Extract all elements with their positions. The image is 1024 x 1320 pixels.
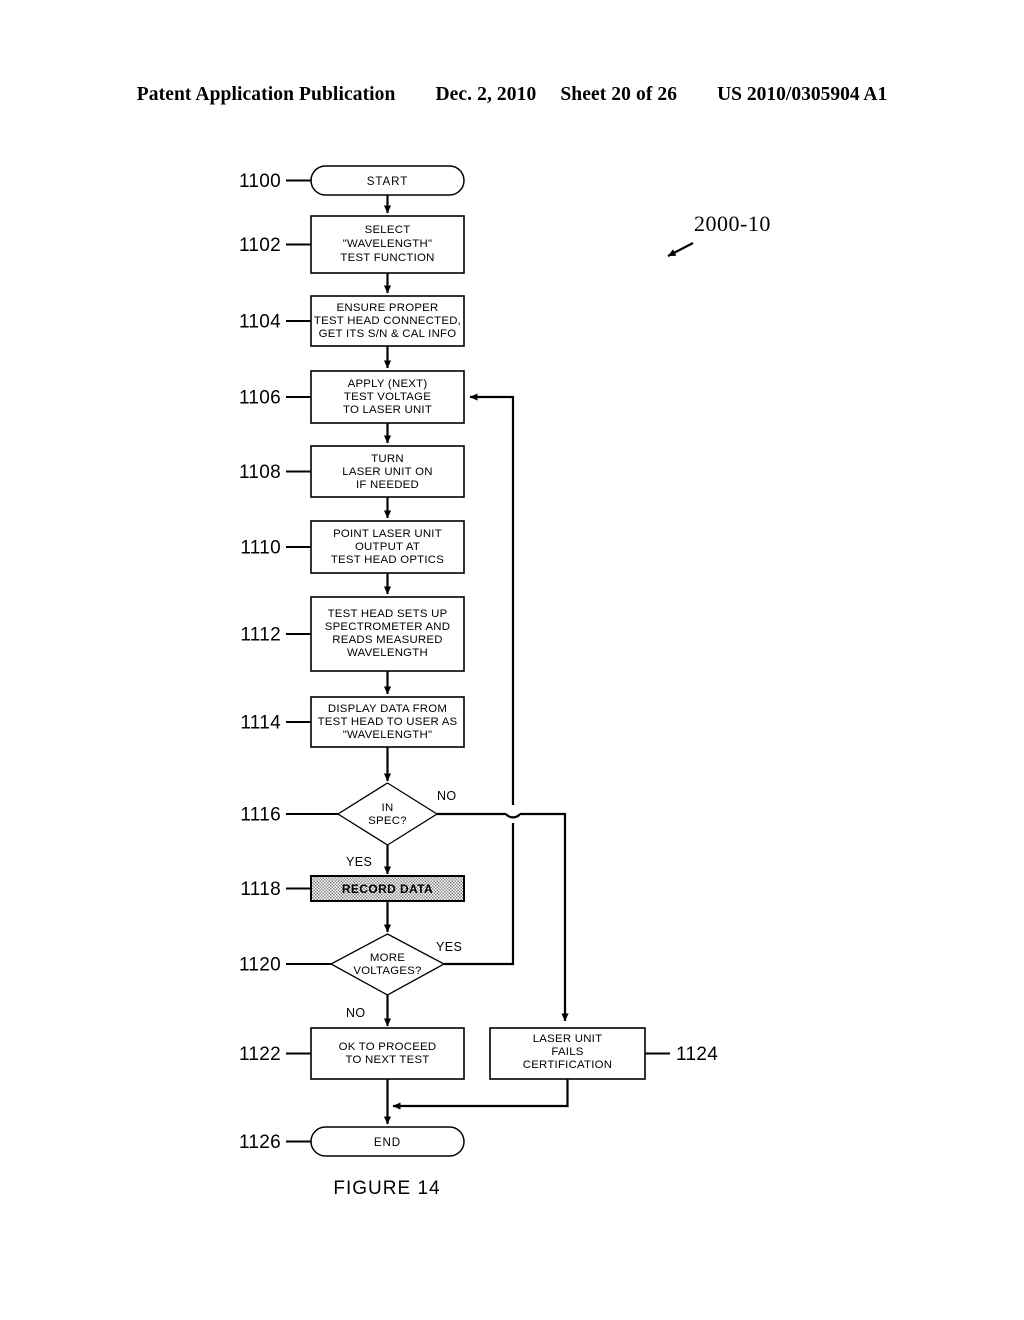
node-1112-line-3: READS MEASURED: [332, 634, 442, 646]
ref-1110: 1110: [240, 538, 281, 559]
node-1108-line-3: IF NEEDED: [356, 479, 419, 491]
figure-caption: FIGURE 14: [0, 1178, 1024, 1200]
ref-1100: 1100: [239, 171, 281, 192]
node-1126-end: END 1126: [239, 1126, 465, 1157]
node-1124-line-1: LASER UNIT: [533, 1033, 603, 1045]
figure-caption-text: FIGURE 14: [333, 1178, 441, 1199]
ref-1118: 1118: [240, 879, 281, 900]
ref-1120: 1120: [239, 955, 281, 976]
branch-label-in-spec-yes: YES: [346, 855, 372, 869]
node-1118-record-data: RECORD DATA 1118: [240, 875, 465, 902]
node-1106-line-2: TEST VOLTAGE: [344, 391, 431, 403]
node-1110-line-1: POINT LASER UNIT: [333, 528, 442, 540]
node-1114-line-1: DISPLAY DATA FROM: [328, 703, 447, 715]
node-1100-label: START: [367, 175, 408, 188]
node-1122-ok-to-proceed: OK TO PROCEED TO NEXT TEST 1122: [239, 1027, 465, 1080]
node-1116-line-2: SPEC?: [368, 815, 407, 827]
node-1116-line-1: IN: [382, 802, 394, 814]
branch-label-more-voltages-yes: YES: [436, 940, 462, 954]
node-1106-apply-test-voltage: APPLY (NEXT) TEST VOLTAGE TO LASER UNIT …: [239, 370, 465, 424]
node-1114-line-2: TEST HEAD TO USER AS: [318, 716, 458, 728]
ref-1124: 1124: [676, 1044, 718, 1065]
node-1104-line-1: ENSURE PROPER: [337, 302, 439, 314]
ref-1104: 1104: [239, 312, 281, 333]
node-1124-line-3: CERTIFICATION: [523, 1059, 613, 1071]
node-1102-line-3: TEST FUNCTION: [340, 252, 434, 264]
node-1106-line-1: APPLY (NEXT): [348, 378, 428, 390]
ref-1122: 1122: [239, 1044, 281, 1065]
node-1108-line-2: LASER UNIT ON: [342, 466, 432, 478]
node-1102-select-test-function: SELECT "WAVELENGTH" TEST FUNCTION 1102: [239, 215, 465, 274]
connector-1116-no-to-1124: [437, 812, 569, 1022]
node-1114-line-3: "WAVELENGTH": [343, 729, 433, 741]
ref-1106: 1106: [239, 388, 281, 409]
node-1108-line-1: TURN: [371, 453, 404, 465]
flowchart-canvas: START 1100 SELECT "WAVELENGTH" TEST FUNC…: [239, 165, 718, 1157]
node-1104-ensure-test-head: ENSURE PROPER TEST HEAD CONNECTED, GET I…: [239, 295, 465, 347]
node-1112-line-1: TEST HEAD SETS UP: [328, 608, 448, 620]
node-1102-line-1: SELECT: [365, 224, 411, 236]
node-1120-more-voltages-decision: MORE VOLTAGES? 1120: [239, 933, 446, 996]
ref-1114: 1114: [240, 713, 281, 734]
node-1104-line-2: TEST HEAD CONNECTED,: [314, 315, 461, 327]
system-label-arrow: [667, 242, 694, 257]
node-1108-turn-laser-on: TURN LASER UNIT ON IF NEEDED 1108: [239, 445, 465, 498]
ref-1112: 1112: [240, 625, 281, 646]
node-1120-line-2: VOLTAGES?: [353, 965, 421, 977]
node-1120-line-1: MORE: [370, 952, 405, 964]
node-1124-laser-fails-certification: LASER UNIT FAILS CERTIFICATION 1124: [489, 1027, 718, 1080]
node-1124-line-2: FAILS: [551, 1046, 583, 1058]
node-1104-line-3: GET ITS S/N & CAL INFO: [319, 328, 457, 340]
node-1126-label: END: [374, 1136, 401, 1149]
node-1112-line-4: WAVELENGTH: [347, 647, 428, 659]
node-1110-line-3: TEST HEAD OPTICS: [331, 554, 444, 566]
node-1110-point-laser-output: POINT LASER UNIT OUTPUT AT TEST HEAD OPT…: [240, 520, 465, 574]
node-1116-in-spec-decision: IN SPEC? 1116: [240, 782, 439, 846]
ref-1108: 1108: [239, 462, 281, 483]
node-1102-line-2: "WAVELENGTH": [343, 238, 433, 250]
node-1112-spectrometer-read: TEST HEAD SETS UP SPECTROMETER AND READS…: [240, 596, 465, 672]
node-1110-line-2: OUTPUT AT: [355, 541, 420, 553]
connector-1124-merge-to-end: [392, 1079, 569, 1110]
node-1114-display-data: DISPLAY DATA FROM TEST HEAD TO USER AS "…: [240, 696, 465, 748]
node-1106-line-3: TO LASER UNIT: [343, 404, 432, 416]
patent-drawing-sheet: Patent Application Publication Dec. 2, 2…: [0, 0, 1024, 1320]
ref-1102: 1102: [239, 235, 281, 256]
node-1122-line-1: OK TO PROCEED: [339, 1041, 437, 1053]
node-1112-line-2: SPECTROMETER AND: [325, 621, 451, 633]
branch-label-more-voltages-no: NO: [346, 1006, 366, 1020]
ref-1126: 1126: [239, 1132, 281, 1153]
branch-label-in-spec-no: NO: [437, 789, 457, 803]
node-1100-start: START 1100: [239, 165, 465, 196]
node-1122-line-2: TO NEXT TEST: [345, 1054, 429, 1066]
node-1118-label: RECORD DATA: [342, 882, 433, 896]
ref-1116: 1116: [240, 805, 281, 826]
